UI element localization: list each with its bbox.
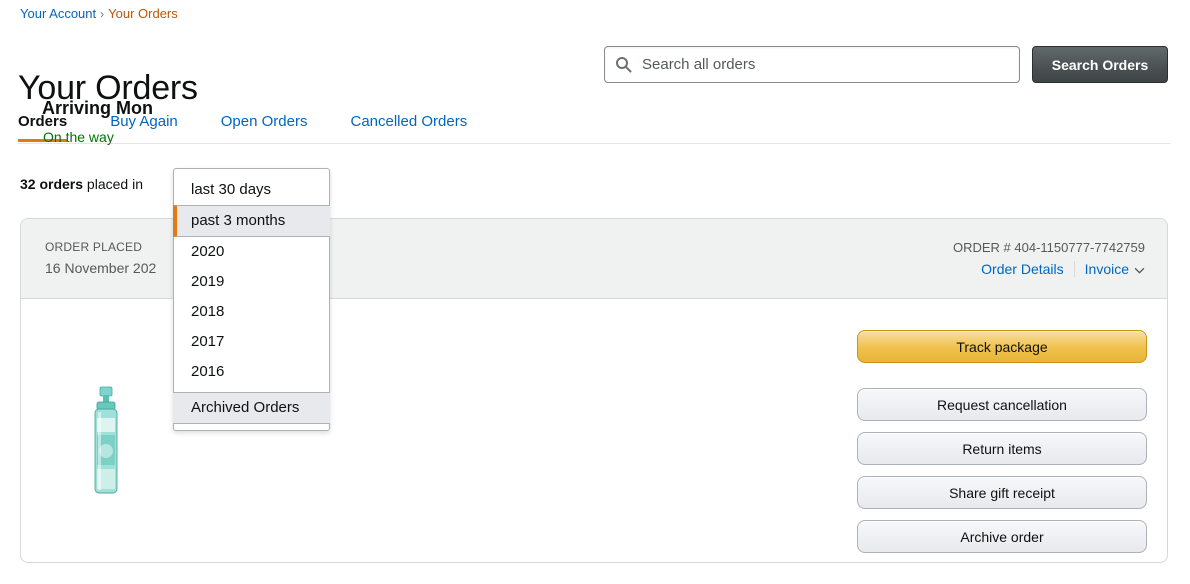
search-icon: [615, 56, 632, 73]
order-header-links: Order Details Invoice: [953, 261, 1145, 277]
dropdown-item-2018[interactable]: 2018: [174, 297, 329, 327]
track-package-button[interactable]: Track package: [857, 330, 1147, 363]
delivery-estimate: Arriving Mon: [42, 98, 153, 118]
order-placed-date: 16 November 202: [45, 260, 157, 276]
dropdown-item-2016[interactable]: 2016: [174, 357, 329, 387]
share-gift-receipt-button[interactable]: Share gift receipt: [857, 476, 1147, 509]
order-details-link[interactable]: Order Details: [981, 261, 1063, 277]
breadcrumb-your-account[interactable]: Your Account: [20, 6, 96, 21]
dropdown-item-past-3-months[interactable]: past 3 months: [173, 205, 330, 237]
dropdown-item-last-30-days[interactable]: last 30 days: [174, 175, 329, 205]
return-items-button[interactable]: Return items: [857, 432, 1147, 465]
dropdown-item-archived-orders[interactable]: Archived Orders: [173, 392, 330, 424]
search-area: Search Orders: [604, 46, 1168, 83]
breadcrumb: Your Account › Your Orders: [20, 5, 178, 23]
tab-cancelled-orders[interactable]: Cancelled Orders: [350, 112, 467, 141]
delivery-status: On the way: [43, 129, 114, 145]
invoice-link[interactable]: Invoice: [1085, 261, 1145, 277]
your-orders-page: Your Account › Your Orders Your Orders Sea…: [0, 0, 1190, 584]
chevron-down-icon: [1134, 261, 1145, 277]
orders-tabs: Orders Buy Again Open Orders Cancelled O…: [18, 112, 1170, 144]
search-input[interactable]: [640, 55, 1009, 74]
orders-count: 32 orders: [20, 176, 84, 192]
breadcrumb-your-orders[interactable]: Your Orders: [108, 6, 178, 21]
order-placed-block: ORDER PLACED 16 November 202: [45, 239, 156, 278]
order-number-block: ORDER # 404-1150777-7742759 Order Detail…: [953, 239, 1145, 277]
search-orders-button[interactable]: Search Orders: [1032, 46, 1168, 83]
orders-count-suffix: placed in: [83, 176, 143, 192]
dropdown-item-2017[interactable]: 2017: [174, 327, 329, 357]
order-placed-label: ORDER PLACED: [45, 240, 143, 254]
search-box[interactable]: [604, 46, 1020, 83]
breadcrumb-separator-icon: ›: [100, 7, 105, 21]
product-thumbnail[interactable]: [84, 385, 128, 497]
archive-order-button[interactable]: Archive order: [857, 520, 1147, 553]
request-cancellation-button[interactable]: Request cancellation: [857, 388, 1147, 421]
orders-count-filter: 32 orders placed in: [20, 174, 143, 194]
links-divider: [1073, 261, 1075, 277]
dropdown-item-2020[interactable]: 2020: [174, 237, 329, 267]
order-actions: Track package Request cancellation Retur…: [857, 330, 1147, 564]
tab-open-orders[interactable]: Open Orders: [221, 112, 308, 141]
dropdown-item-2019[interactable]: 2019: [174, 267, 329, 297]
order-number: ORDER # 404-1150777-7742759: [952, 240, 1145, 255]
time-range-dropdown[interactable]: last 30 days past 3 months 2020 2019 201…: [173, 168, 330, 431]
